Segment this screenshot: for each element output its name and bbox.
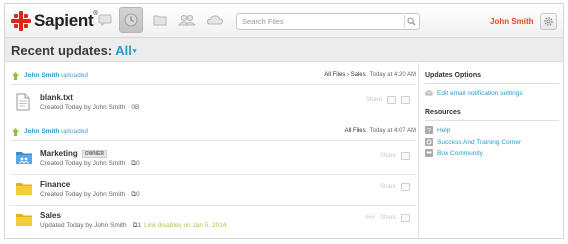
divider: [10, 174, 416, 175]
help-link[interactable]: ? Help: [425, 125, 450, 135]
share-button[interactable]: Share: [366, 97, 382, 103]
update-time: Today at 4:20 AM: [369, 72, 416, 78]
help-icon: ?: [425, 126, 433, 134]
resources-heading: Resources: [425, 109, 461, 116]
divider: [10, 205, 416, 206]
owner-badge: OWNER: [81, 150, 107, 158]
community-icon: [425, 149, 433, 157]
edit-email-notifications-link[interactable]: Edit email notification settings: [425, 88, 523, 98]
share-button[interactable]: Share: [380, 153, 396, 159]
divider: [425, 83, 559, 84]
page-header: Recent updates: All▾: [5, 38, 563, 62]
page-title: Recent updates: All▾: [11, 43, 137, 58]
update-group-header: John Smith uploaded All Files Today at 4:…: [10, 125, 416, 139]
top-bar: Sapient® John Smith: [5, 4, 563, 38]
mail-icon: [425, 89, 433, 97]
folder-icon: [15, 211, 33, 229]
cloud-icon[interactable]: [203, 8, 227, 32]
update-group-header: John Smith uploaded All Files › Sales Tod…: [10, 69, 416, 83]
divider: [10, 140, 416, 141]
update-user-link[interactable]: John Smith: [24, 72, 59, 79]
link-expiry-note: Link disables on Jan 5, 2014: [144, 222, 227, 229]
upload-arrow-icon: [12, 128, 19, 138]
share-button[interactable]: Share: [380, 184, 396, 190]
text-file-icon: [15, 93, 33, 111]
update-path-link[interactable]: All Files: [345, 128, 366, 134]
shared-folder-icon: [15, 149, 33, 167]
item-name-link[interactable]: Finance: [40, 180, 70, 189]
user-menu[interactable]: John Smith: [490, 17, 534, 26]
list-item[interactable]: Sales Updated Today by John Smith · ⧉1 Link…: [15, 209, 416, 237]
more-options-icon[interactable]: [401, 152, 410, 160]
training-corner-link[interactable]: Success And Training Corner: [425, 137, 521, 147]
item-name-link[interactable]: blank.txt: [40, 93, 73, 102]
comment-icon[interactable]: [387, 96, 396, 104]
more-options-icon[interactable]: [401, 214, 410, 222]
more-options-icon[interactable]: [401, 96, 410, 104]
item-name-link[interactable]: Sales: [40, 211, 61, 220]
box-community-link[interactable]: Box Community: [425, 148, 483, 158]
chat-icon[interactable]: [93, 8, 117, 32]
updates-feed: John Smith uploaded All Files › Sales Tod…: [5, 63, 418, 238]
search-input[interactable]: [237, 14, 397, 29]
update-user-link[interactable]: John Smith: [24, 128, 59, 135]
gear-icon[interactable]: [540, 13, 557, 30]
app-window: Sapient® John Smith Recent updat: [4, 3, 564, 239]
svg-text:?: ?: [427, 127, 431, 134]
share-button[interactable]: Share: [380, 215, 396, 221]
updates-options-heading: Updates Options: [425, 72, 482, 79]
list-item[interactable]: blank.txt Created Today by John Smith · 0B…: [15, 91, 416, 119]
more-options-icon[interactable]: [401, 183, 410, 191]
divider: [425, 120, 559, 121]
people-icon[interactable]: [175, 8, 199, 32]
column-divider: [418, 63, 419, 238]
training-icon: [425, 138, 433, 146]
sapient-logo-icon: [11, 11, 31, 31]
logo[interactable]: Sapient®: [11, 11, 98, 31]
folder-icon: [15, 180, 33, 198]
search-box: [236, 13, 420, 30]
update-time: Today at 4:07 AM: [369, 128, 416, 134]
item-name-link[interactable]: Marketing: [40, 149, 78, 158]
shared-link-indicator: ###: [364, 215, 375, 221]
search-icon[interactable]: [404, 15, 417, 28]
update-path-link[interactable]: All Files › Sales: [324, 72, 365, 78]
divider: [10, 84, 416, 85]
list-item[interactable]: Marketing OWNER Created Today by John Smi…: [15, 147, 416, 175]
upload-arrow-icon: [12, 72, 19, 82]
brand-name: Sapient®: [34, 11, 98, 30]
updates-filter-dropdown[interactable]: All▾: [115, 43, 136, 58]
updates-icon[interactable]: [119, 7, 143, 33]
list-item[interactable]: Finance Created Today by John Smith · ⧉0 S…: [15, 178, 416, 206]
files-icon[interactable]: [148, 8, 172, 32]
chevron-down-icon: ▾: [132, 48, 137, 55]
